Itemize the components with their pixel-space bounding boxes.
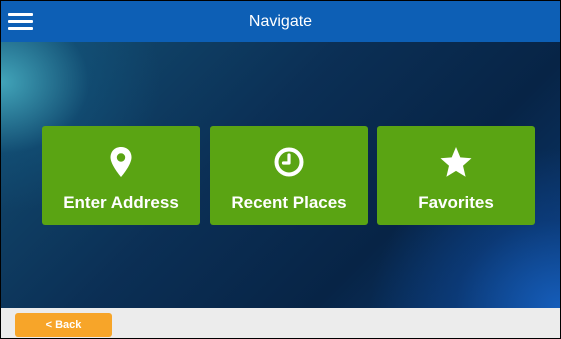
page-title: Navigate — [248, 13, 313, 30]
favorites-button[interactable]: Favorites — [377, 126, 535, 225]
location-pin-icon — [42, 146, 200, 178]
recent-places-label: Recent Places — [231, 193, 347, 212]
enter-address-button[interactable]: Enter Address — [42, 126, 200, 225]
enter-address-label: Enter Address — [63, 193, 179, 212]
recent-places-button[interactable]: Recent Places — [210, 126, 368, 225]
star-icon — [377, 146, 535, 178]
back-button[interactable]: < Back — [15, 313, 112, 337]
main-area: Enter Address Recent Places Favorites — [1, 42, 560, 308]
favorites-label: Favorites — [418, 193, 494, 212]
footer-bar: < Back — [1, 308, 560, 338]
header-bar: Navigate — [1, 1, 560, 42]
app-window: Navigate Enter Address Recent Places Fav… — [0, 0, 561, 339]
hamburger-menu-icon[interactable] — [8, 13, 36, 31]
clock-icon — [210, 146, 368, 178]
